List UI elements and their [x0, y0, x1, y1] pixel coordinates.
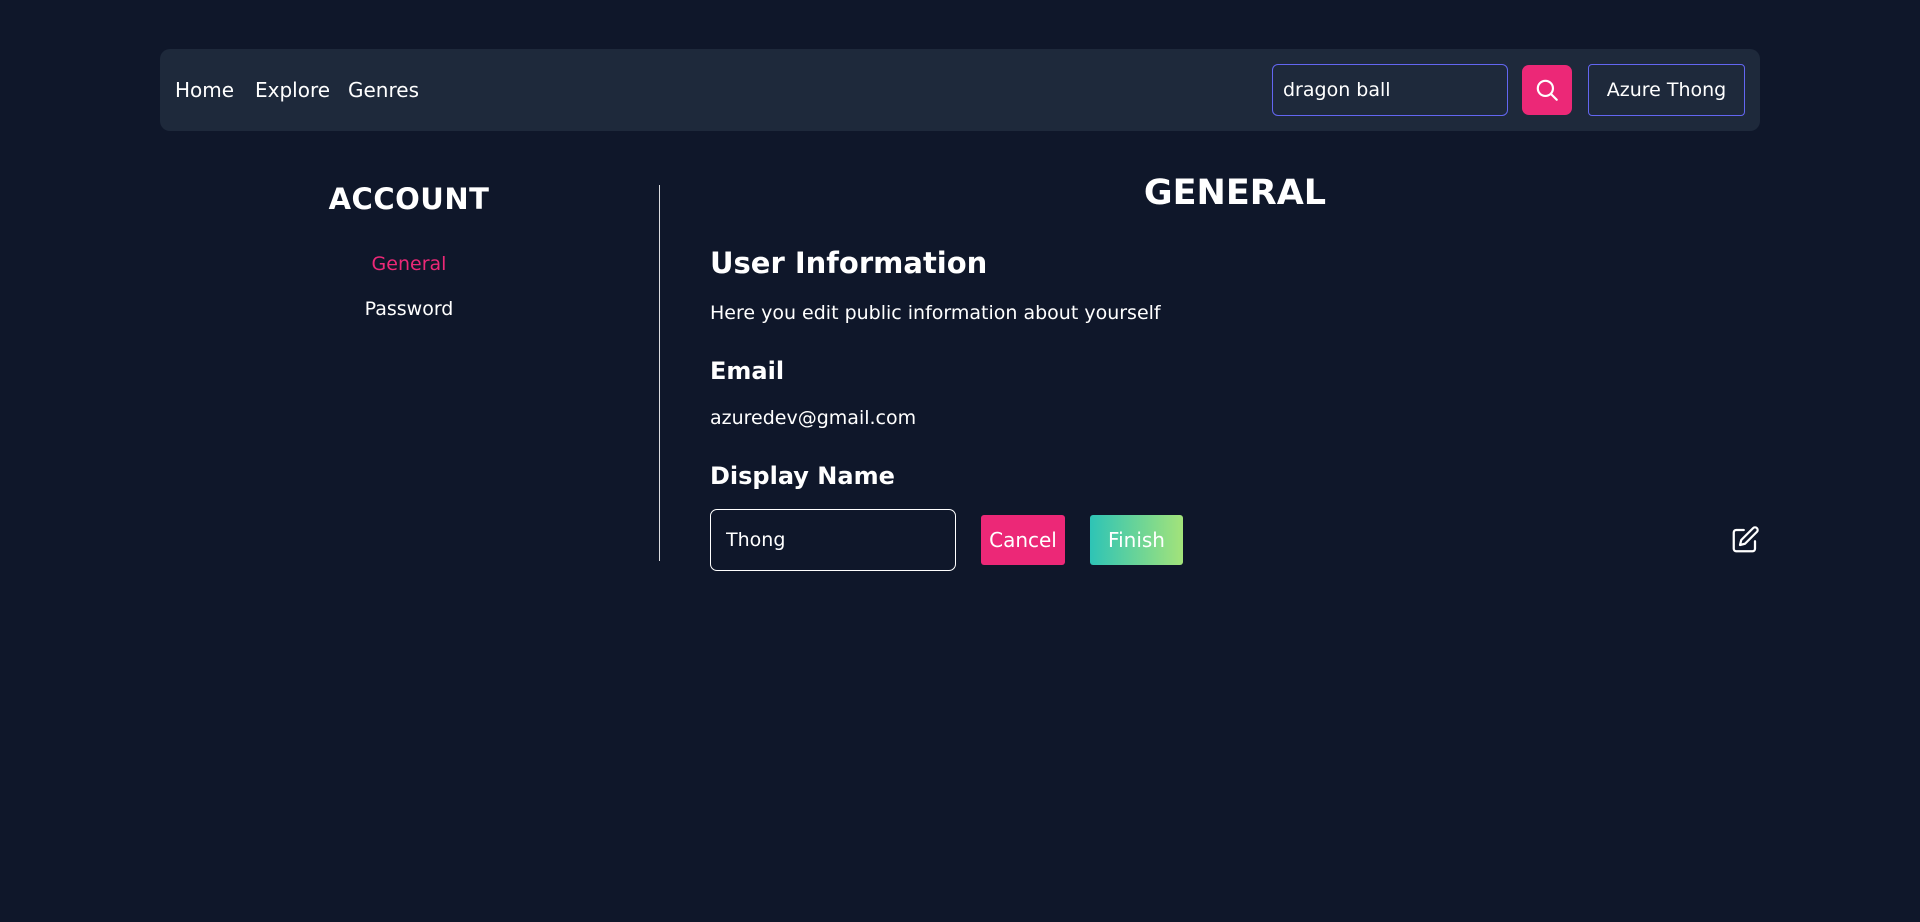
- user-account-button[interactable]: Azure Thong: [1588, 64, 1745, 116]
- search-input[interactable]: [1272, 64, 1508, 116]
- finish-button[interactable]: Finish: [1090, 515, 1183, 565]
- sidebar-item-general[interactable]: General: [259, 253, 559, 275]
- section-title: User Information: [710, 246, 988, 280]
- nav-link-explore[interactable]: Explore: [255, 49, 330, 131]
- search-button[interactable]: [1522, 65, 1572, 115]
- page-title: GENERAL: [1143, 173, 1327, 213]
- nav-link-genres[interactable]: Genres: [348, 49, 419, 131]
- top-navbar: Home Explore Genres Azure Thong: [160, 49, 1760, 131]
- nav-link-home[interactable]: Home: [175, 49, 234, 131]
- sidebar-title: ACCOUNT: [328, 182, 490, 216]
- sidebar-item-password[interactable]: Password: [259, 298, 559, 320]
- email-value: azuredev@gmail.com: [710, 407, 917, 429]
- display-name-input[interactable]: [710, 509, 956, 571]
- display-name-label: Display Name: [710, 462, 895, 490]
- section-description: Here you edit public information about y…: [710, 302, 1161, 324]
- search-icon: [1536, 79, 1558, 101]
- edit-icon[interactable]: [1730, 525, 1760, 555]
- vertical-divider: [659, 185, 660, 561]
- cancel-button[interactable]: Cancel: [981, 515, 1065, 565]
- email-label: Email: [710, 357, 785, 385]
